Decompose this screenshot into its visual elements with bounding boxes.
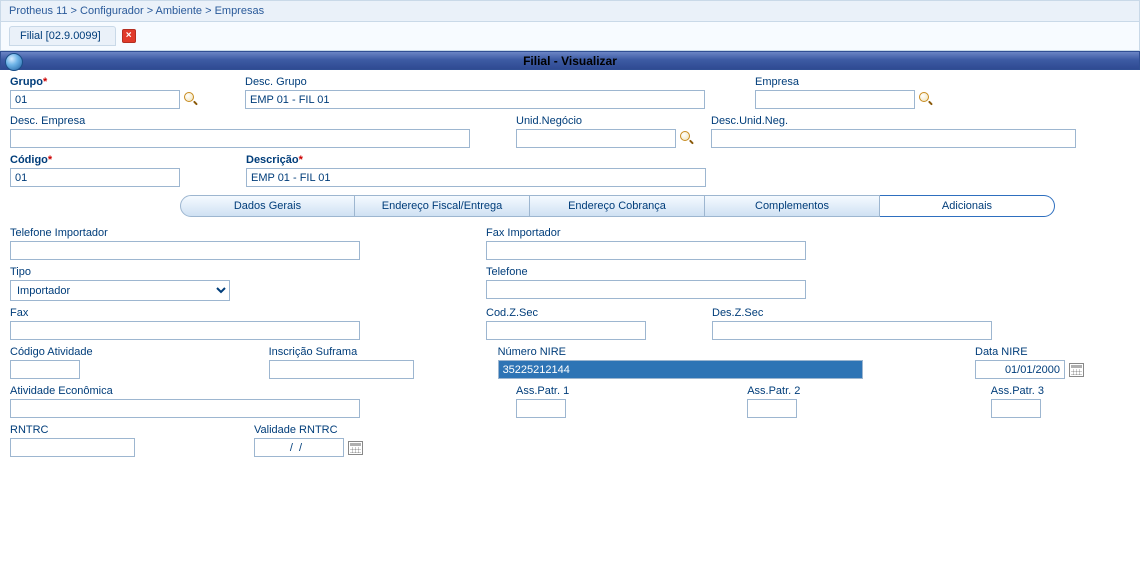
desc-grupo-label: Desc. Grupo [245,76,705,88]
rntrc-input[interactable] [10,438,135,457]
descricao-label: Descrição* [246,154,706,166]
telefone-label: Telefone [486,266,806,278]
codigo-label: Código* [10,154,180,166]
des-z-sec-label: Des.Z.Sec [712,307,992,319]
search-icon[interactable] [919,92,934,107]
tab-endereco-fiscal[interactable]: Endereço Fiscal/Entrega [355,195,530,217]
grupo-input[interactable] [10,90,180,109]
breadcrumb: Protheus 11 > Configurador > Ambiente > … [0,0,1140,22]
tipo-label: Tipo [10,266,230,278]
codigo-atividade-label: Código Atividade [10,346,93,358]
document-tab-filial[interactable]: Filial [02.9.0099] [9,26,116,46]
rntrc-label: RNTRC [10,424,135,436]
empresa-input[interactable] [755,90,915,109]
numero-nire-label: Número NIRE [498,346,863,358]
inscricao-suframa-input[interactable] [269,360,414,379]
ass-patr-3-input[interactable] [991,399,1041,418]
codigo-input[interactable] [10,168,180,187]
cod-z-sec-label: Cod.Z.Sec [486,307,646,319]
desc-empresa-input[interactable] [10,129,470,148]
grupo-label: Grupo* [10,76,199,88]
validade-rntrc-input[interactable] [254,438,344,457]
unid-negocio-input[interactable] [516,129,676,148]
search-icon[interactable] [184,92,199,107]
ass-patr-3-label: Ass.Patr. 3 [991,385,1044,397]
numero-nire-input[interactable] [498,360,863,379]
ass-patr-1-input[interactable] [516,399,566,418]
data-nire-input[interactable] [975,360,1065,379]
atividade-economica-label: Atividade Econômica [10,385,360,397]
desc-unid-neg-input[interactable] [711,129,1076,148]
des-z-sec-input[interactable] [712,321,992,340]
tel-importador-input[interactable] [10,241,360,260]
tab-dados-gerais[interactable]: Dados Gerais [180,195,355,217]
empresa-label: Empresa [755,76,934,88]
tipo-select[interactable]: Importador [10,280,230,301]
form-area: Grupo* Desc. Grupo Empresa Desc. Empresa [0,70,1140,477]
telefone-input[interactable] [486,280,806,299]
app-orb-icon [5,53,23,71]
desc-empresa-label: Desc. Empresa [10,115,470,127]
close-icon[interactable]: × [122,29,136,43]
codigo-atividade-input[interactable] [10,360,80,379]
tab-adicionais[interactable]: Adicionais [880,195,1055,217]
tab-strip: Dados Gerais Endereço Fiscal/Entrega End… [180,195,1130,217]
tab-complementos[interactable]: Complementos [705,195,880,217]
calendar-icon[interactable] [348,441,363,455]
atividade-economica-input[interactable] [10,399,360,418]
desc-unid-neg-label: Desc.Unid.Neg. [711,115,1076,127]
fax-label: Fax [10,307,360,319]
ass-patr-2-label: Ass.Patr. 2 [747,385,800,397]
document-tab-bar: Filial [02.9.0099] × [0,22,1140,51]
fax-importador-input[interactable] [486,241,806,260]
calendar-icon[interactable] [1069,363,1084,377]
cod-z-sec-input[interactable] [486,321,646,340]
descricao-input[interactable] [246,168,706,187]
titlebar: Filial - Visualizar [0,51,1140,70]
desc-grupo-input[interactable] [245,90,705,109]
tab-endereco-cobranca[interactable]: Endereço Cobrança [530,195,705,217]
fax-input[interactable] [10,321,360,340]
validade-rntrc-label: Validade RNTRC [254,424,363,436]
ass-patr-2-input[interactable] [747,399,797,418]
document-tab-label: Filial [02.9.0099] [20,30,101,42]
unid-negocio-label: Unid.Negócio [516,115,695,127]
fax-importador-label: Fax Importador [486,227,806,239]
search-icon[interactable] [680,131,695,146]
tel-importador-label: Telefone Importador [10,227,360,239]
data-nire-label: Data NIRE [975,346,1084,358]
inscricao-suframa-label: Inscrição Suframa [269,346,414,358]
titlebar-text: Filial - Visualizar [523,54,617,68]
ass-patr-1-label: Ass.Patr. 1 [516,385,569,397]
